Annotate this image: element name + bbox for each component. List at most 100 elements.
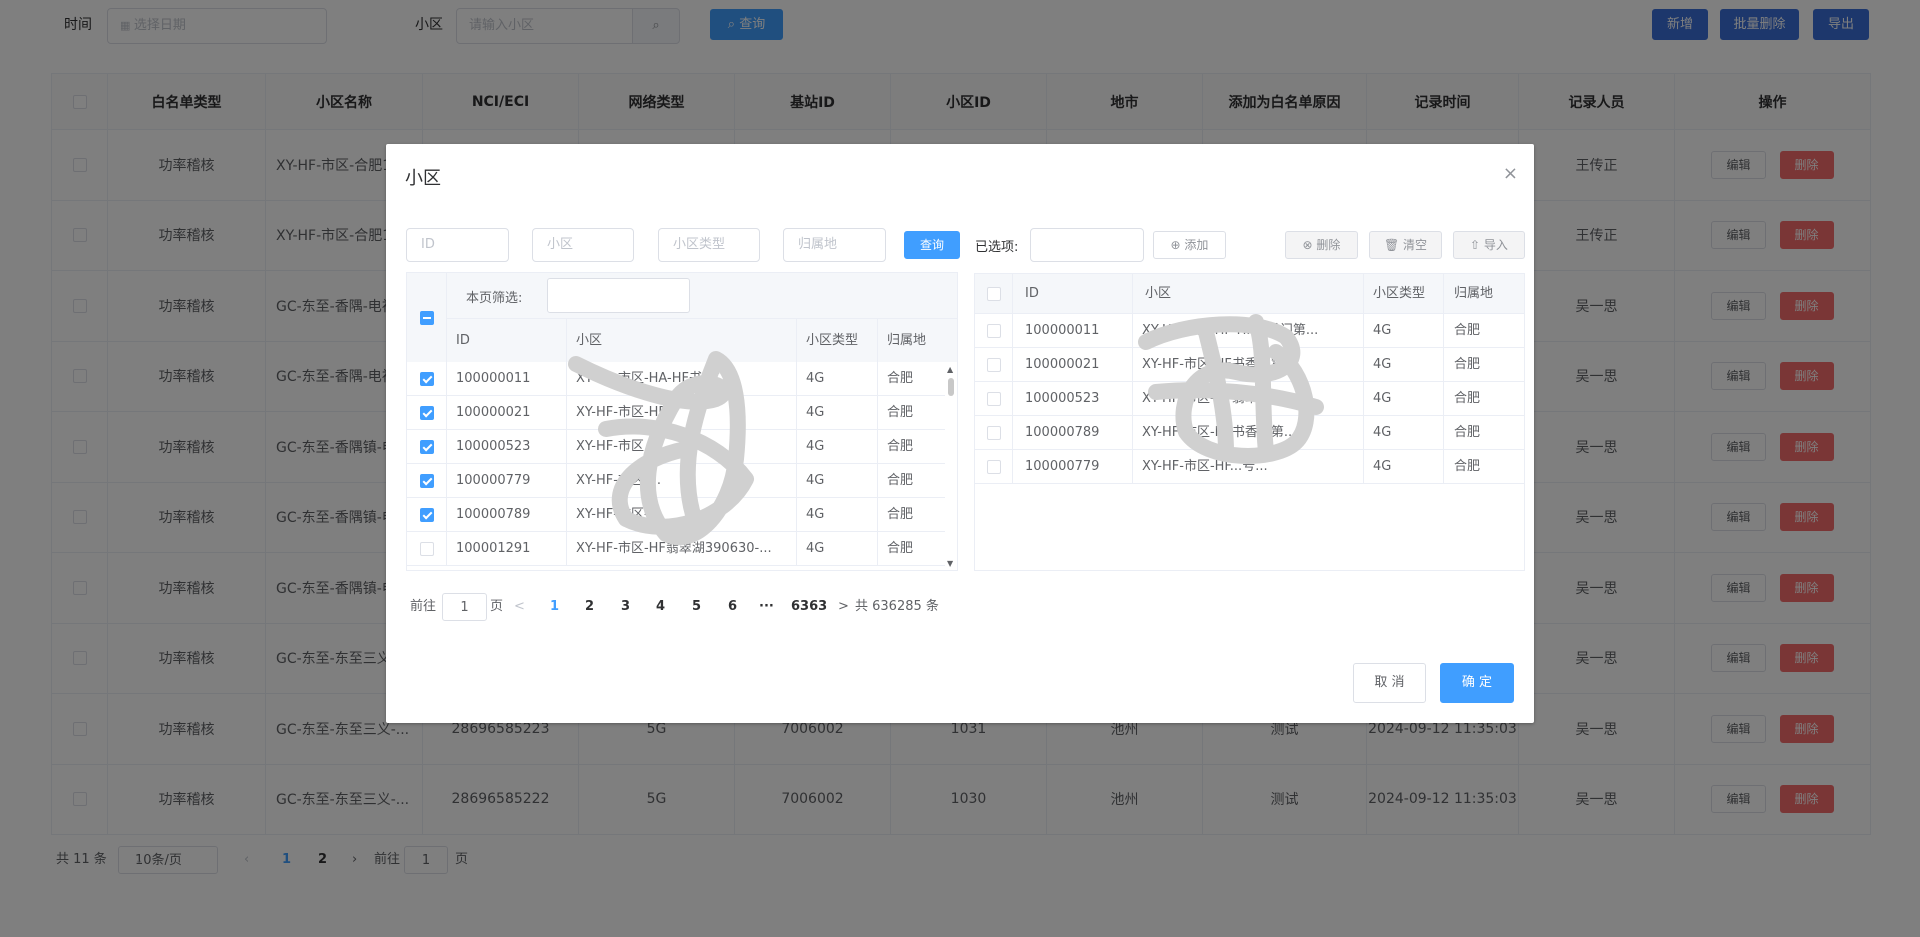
confirm-button[interactable]: 确 定 [1440, 663, 1514, 703]
left-select-all-checkbox[interactable] [419, 310, 434, 325]
cell-type: 4G [1364, 450, 1444, 484]
list-item[interactable]: 100000789 XY-HF-市区-HF书香门第... 4G 合肥 [975, 416, 1524, 450]
right-table-header: ID 小区 小区类型 归属地 [975, 274, 1524, 314]
page-last[interactable]: 6363 [791, 593, 827, 621]
close-circle-icon: ⊗ [1302, 238, 1317, 252]
cell-type: 4G [1364, 416, 1444, 450]
cell-region: 合肥 [887, 473, 914, 488]
cell-id: 100000021 [447, 396, 567, 430]
cell-id: 100000523 [1013, 382, 1133, 416]
clear-label: 清空 [1403, 238, 1428, 252]
cell-type-input[interactable]: 小区类型 [658, 228, 760, 262]
row-select-cell[interactable] [975, 314, 1013, 348]
row-select-cell[interactable] [975, 450, 1013, 484]
cell-id: 100000011 [447, 362, 567, 396]
clear-button[interactable]: 🗑 清空 [1369, 231, 1442, 259]
scrollbar-thumb[interactable] [948, 378, 954, 396]
list-item[interactable]: 100000789 XY-HF-市区-... 4G 合肥 [407, 498, 957, 532]
list-item[interactable]: 100000523 XY-HF-市区... 4G 合肥 [407, 430, 957, 464]
cell-id: 100000789 [1013, 416, 1133, 450]
list-item[interactable]: 100000779 XY-HF-市区-... 4G 合肥 [407, 464, 957, 498]
prev-page-icon[interactable]: < [514, 593, 525, 621]
goto-page-input[interactable]: 1 [442, 593, 487, 621]
cell-id: 100000779 [447, 464, 567, 498]
cell-type: 4G [797, 396, 878, 430]
list-item[interactable]: 100000523 XY-HF-市区-HF翡翠湖... 4G 合肥 [975, 382, 1524, 416]
more-pages-icon[interactable]: ··· [759, 593, 774, 621]
right-select-all-cell[interactable] [975, 274, 1013, 314]
row-checkbox[interactable] [419, 405, 434, 420]
page-3[interactable]: 3 [621, 593, 630, 621]
list-item[interactable]: 100000779 XY-HF-市区-HF...号... 4G 合肥 [975, 450, 1524, 484]
col-type: 小区类型 [1364, 274, 1444, 314]
row-select-cell[interactable] [975, 416, 1013, 450]
row-select-cell[interactable] [407, 498, 447, 532]
row-select-cell[interactable] [407, 464, 447, 498]
page-filter-row: 本页筛选: [447, 273, 957, 319]
add-selected-button[interactable]: ⊕ 添加 [1153, 231, 1226, 259]
close-icon[interactable]: × [1503, 165, 1518, 183]
cancel-button[interactable]: 取 消 [1353, 663, 1426, 703]
row-checkbox[interactable] [419, 439, 434, 454]
cell-type: 4G [797, 362, 878, 396]
row-select-cell[interactable] [407, 396, 447, 430]
row-checkbox[interactable] [419, 541, 434, 556]
left-table-scrollbar[interactable]: ▲ ▼ [945, 362, 957, 570]
cell-name: XY-HF-市区-... [567, 464, 797, 498]
dialog-query-button[interactable]: 查询 [904, 231, 960, 259]
cell-id: 100000789 [447, 498, 567, 532]
page-4[interactable]: 4 [656, 593, 665, 621]
cell-type: 4G [797, 498, 878, 532]
row-select-cell[interactable] [407, 430, 447, 464]
list-item[interactable]: 100000011 XY-HF-市区-HA-HF书香门... 4G 合肥 [407, 362, 957, 396]
page-filter-input[interactable] [547, 278, 690, 313]
row-select-cell[interactable] [407, 362, 447, 396]
import-label: 导入 [1483, 238, 1508, 252]
row-select-cell[interactable] [975, 348, 1013, 382]
row-checkbox[interactable] [986, 357, 1001, 372]
cell-type: 4G [1364, 314, 1444, 348]
id-search-input[interactable]: ID [406, 228, 509, 262]
cell-region: 合肥 [887, 439, 914, 454]
row-checkbox[interactable] [419, 371, 434, 386]
row-checkbox[interactable] [986, 323, 1001, 338]
cell-id: 100000011 [1013, 314, 1133, 348]
cell-region: 合肥 [887, 371, 914, 386]
cell-id: 100000021 [1013, 348, 1133, 382]
col-region: 归属地 [1454, 286, 1494, 301]
remove-selected-button[interactable]: ⊗ 删除 [1285, 231, 1358, 259]
list-item[interactable]: 100000021 XY-HF-市区-HF书香门第... 4G 合肥 [975, 348, 1524, 382]
selected-filter-input[interactable] [1030, 228, 1144, 262]
row-select-cell[interactable] [975, 382, 1013, 416]
import-button[interactable]: ⇧ 导入 [1453, 231, 1525, 259]
list-item[interactable]: 100000021 XY-HF-市区-HF... 4G 合肥 [407, 396, 957, 430]
cell-region: 合肥 [1454, 425, 1481, 440]
cell-name: XY-HF-市区-HF...号... [1133, 450, 1364, 484]
cell-name: XY-HF-市区-HF翡翠湖... [1133, 382, 1364, 416]
scroll-down-icon[interactable]: ▼ [947, 560, 953, 568]
right-select-all-checkbox[interactable] [986, 286, 1001, 301]
row-checkbox[interactable] [986, 459, 1001, 474]
page-2[interactable]: 2 [585, 593, 594, 621]
page-1[interactable]: 1 [550, 593, 559, 621]
row-checkbox[interactable] [419, 507, 434, 522]
cell-type: 4G [1364, 382, 1444, 416]
next-page-icon[interactable]: > [838, 593, 849, 621]
page-5[interactable]: 5 [692, 593, 701, 621]
list-item[interactable]: 100000011 XY-HF-市区-HF-HF书香门第... 4G 合肥 [975, 314, 1524, 348]
left-select-all-cell[interactable] [407, 273, 447, 362]
dialog-title: 小区 [405, 168, 441, 189]
scroll-up-icon[interactable]: ▲ [947, 366, 953, 374]
page-6[interactable]: 6 [728, 593, 737, 621]
cell-region: 合肥 [1454, 323, 1481, 338]
dialog-total-count: 共 636285 条 [855, 599, 939, 614]
list-item[interactable]: 100001291 XY-HF-市区-HF翡翠湖390630-... 4G 合肥 [407, 532, 957, 566]
row-select-cell[interactable] [407, 532, 447, 566]
region-input[interactable]: 归属地 [783, 228, 886, 262]
cell-name: XY-HF-市区-HA-HF书香门... [567, 362, 797, 396]
row-checkbox[interactable] [986, 425, 1001, 440]
row-checkbox[interactable] [986, 391, 1001, 406]
selected-label: 已选项: [975, 240, 1019, 255]
cell-search-input[interactable]: 小区 [532, 228, 634, 262]
row-checkbox[interactable] [419, 473, 434, 488]
